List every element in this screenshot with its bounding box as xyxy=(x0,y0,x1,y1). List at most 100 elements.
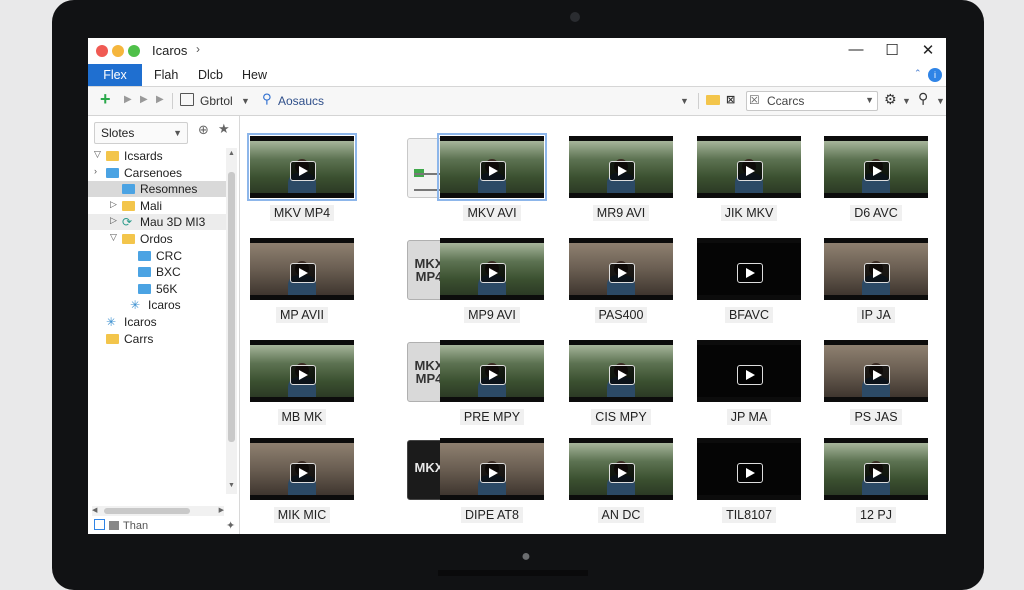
tree-item[interactable]: ▽ Ordos xyxy=(88,231,226,247)
back-arrow-icon[interactable]: ▶ xyxy=(124,94,132,105)
folder-icon xyxy=(138,267,151,278)
tree-item[interactable]: BXC xyxy=(88,264,226,280)
play-icon[interactable] xyxy=(290,263,316,283)
menu-hew[interactable]: Hew xyxy=(232,64,277,86)
close-traffic-light[interactable] xyxy=(96,45,108,57)
play-icon[interactable] xyxy=(864,463,890,483)
thumbnail-image xyxy=(569,136,673,198)
horizontal-scrollbar[interactable]: ◀ ▶ xyxy=(92,506,224,516)
app-window: Icaros › — ☐ ✕ Flex Flah Dlcb Hew ⌃ i + … xyxy=(88,38,946,534)
menu-flex[interactable]: Flex xyxy=(88,64,142,86)
play-icon[interactable] xyxy=(290,463,316,483)
play-icon[interactable] xyxy=(609,365,635,385)
chevron-down-icon[interactable]: ▼ xyxy=(680,96,689,106)
thumbnail-caption: JIK MKV xyxy=(697,205,801,221)
play-icon[interactable] xyxy=(480,463,506,483)
search-icon[interactable]: ⚲ xyxy=(262,91,272,107)
tree-item[interactable]: 56K xyxy=(88,281,226,297)
tree-item[interactable]: ▷ Mali xyxy=(88,198,226,214)
chevron-down-icon[interactable]: ▼ xyxy=(241,96,250,106)
video-frame xyxy=(569,443,673,495)
tree-item[interactable]: ▽ Icsards xyxy=(88,148,226,164)
help-icon[interactable]: i xyxy=(928,68,942,82)
tree-toggle-icon[interactable]: › xyxy=(94,166,97,176)
filter-icon[interactable]: ⊠ xyxy=(726,93,735,106)
status-bar: Than xyxy=(94,519,148,532)
menu-flah[interactable]: Flah xyxy=(144,64,188,86)
close-button[interactable]: ✕ xyxy=(918,41,938,59)
search-input[interactable]: ☒ ▼ xyxy=(746,91,878,111)
play-icon[interactable] xyxy=(737,161,763,181)
play-icon[interactable] xyxy=(290,161,316,181)
play-icon[interactable] xyxy=(480,161,506,181)
tree-item-label: Carsenoes xyxy=(124,165,183,180)
thumbnail-image xyxy=(247,133,357,201)
maximize-button[interactable]: ☐ xyxy=(882,41,902,59)
scroll-right-icon[interactable]: ▶ xyxy=(219,506,224,514)
thumbnail-caption: MIK MIC xyxy=(250,507,354,523)
play-icon[interactable] xyxy=(737,463,763,483)
tree-item[interactable]: › Carsenoes xyxy=(88,165,226,181)
ribbon-collapse-icon[interactable]: ⌃ xyxy=(914,68,922,79)
clear-icon[interactable]: ☒ xyxy=(749,93,760,107)
search-tool-button[interactable]: Aosaucs xyxy=(278,94,324,108)
menu-dlcb[interactable]: Dlcb xyxy=(188,64,233,86)
tree-item[interactable]: ▷ ⟳ Mau 3D MI3 xyxy=(88,214,226,231)
pin-icon[interactable]: ✦ xyxy=(226,519,235,532)
tree-item[interactable]: ✳ Icaros xyxy=(88,314,226,330)
play-icon[interactable] xyxy=(480,263,506,283)
thumbnail-caption: MKV MP4 xyxy=(250,205,354,221)
list-icon[interactable] xyxy=(109,521,119,530)
tree-options-icon[interactable]: ⊕ xyxy=(198,122,209,138)
scroll-up-icon[interactable]: ▲ xyxy=(228,150,235,157)
chevron-down-icon[interactable]: ▼ xyxy=(936,96,945,106)
scroll-left-icon[interactable]: ◀ xyxy=(92,506,97,514)
star-icon[interactable]: ★ xyxy=(218,121,230,137)
play-icon[interactable] xyxy=(290,365,316,385)
play-icon[interactable] xyxy=(864,365,890,385)
play-icon[interactable] xyxy=(609,161,635,181)
file-name: MKV AVI xyxy=(463,205,521,221)
play-icon[interactable] xyxy=(737,263,763,283)
up-arrow-icon[interactable]: ▶ xyxy=(156,94,164,105)
search-text-field[interactable] xyxy=(767,92,857,109)
add-icon[interactable]: + xyxy=(100,89,111,110)
tree-item-label: Carrs xyxy=(124,331,154,346)
panel-icon[interactable] xyxy=(94,519,105,530)
scroll-thumb[interactable] xyxy=(104,508,190,514)
zoom-icon[interactable]: ⚲ xyxy=(918,90,928,107)
play-icon[interactable] xyxy=(480,365,506,385)
file-name: JIK MKV xyxy=(720,205,778,221)
vertical-scrollbar[interactable]: ▲ ▼ xyxy=(226,148,237,494)
forward-arrow-icon[interactable]: ▶ xyxy=(140,94,148,105)
play-icon[interactable] xyxy=(737,365,763,385)
tree-item[interactable]: Carrs xyxy=(88,331,226,347)
tree-toggle-icon[interactable]: ▽ xyxy=(94,149,101,160)
zoom-traffic-light[interactable] xyxy=(128,45,140,57)
tree-item[interactable]: CRC xyxy=(88,248,226,264)
tree-toggle-icon[interactable]: ▷ xyxy=(110,199,117,210)
video-frame xyxy=(440,345,544,397)
play-icon[interactable] xyxy=(609,463,635,483)
tree-item[interactable]: Resomnes xyxy=(88,181,226,198)
folder-icon[interactable] xyxy=(706,95,720,105)
tree-item-label: Mali xyxy=(140,198,163,213)
tree-item[interactable]: ✳ Icaros xyxy=(88,297,226,313)
group-button[interactable]: Gbrtol xyxy=(200,94,233,108)
scroll-down-icon[interactable]: ▼ xyxy=(228,482,235,489)
title-arrow-icon: › xyxy=(196,42,200,56)
sort-select[interactable]: Slotes ▼ xyxy=(94,122,188,144)
play-icon[interactable] xyxy=(864,263,890,283)
chevron-down-icon[interactable]: ▼ xyxy=(902,96,911,106)
tree-toggle-icon[interactable]: ▷ xyxy=(110,215,117,226)
chevron-down-icon[interactable]: ▼ xyxy=(865,95,874,105)
file-name: AN DC xyxy=(597,507,645,523)
tree-toggle-icon[interactable]: ▽ xyxy=(110,232,117,243)
play-icon[interactable] xyxy=(609,263,635,283)
settings-icon[interactable]: ⚙ xyxy=(884,91,897,108)
minimize-traffic-light[interactable] xyxy=(112,45,124,57)
scroll-thumb[interactable] xyxy=(228,172,235,442)
play-icon[interactable] xyxy=(864,161,890,181)
video-frame xyxy=(824,443,928,495)
minimize-button[interactable]: — xyxy=(846,41,866,58)
